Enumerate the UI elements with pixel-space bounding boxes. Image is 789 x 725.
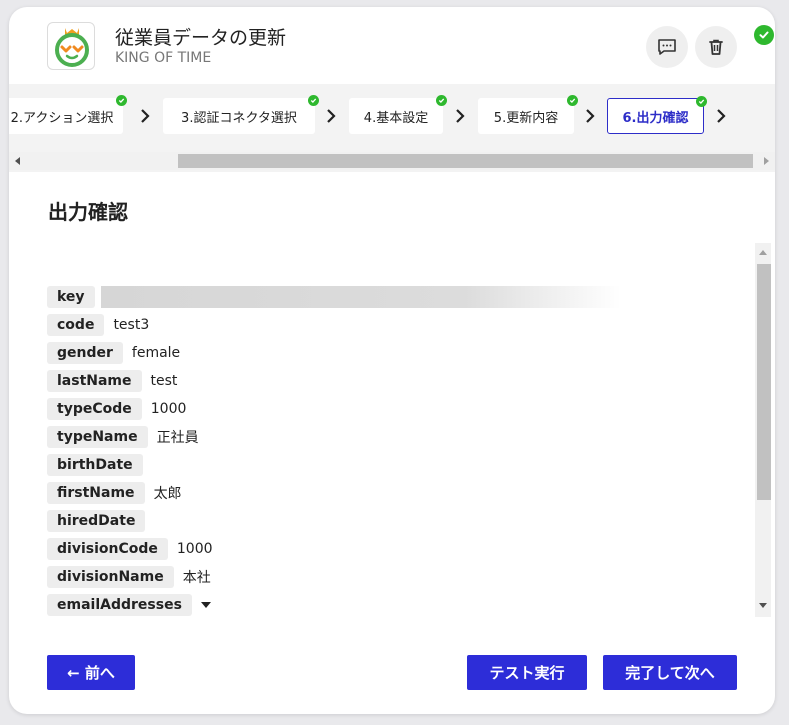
step-complete-icon [436,95,447,106]
vertical-scrollbar[interactable] [755,243,771,617]
step-auth-connector[interactable]: 3.認証コネクタ選択 [163,95,319,134]
connector-settings-card: 従業員データの更新 KING OF TIME 2.アクション選択 3.認証コネク… [9,7,775,714]
chevron-right-icon [717,109,726,123]
field-value: 正社員 [156,430,199,446]
step-label: 4.基本設定 [363,110,429,126]
field-key: typeCode [47,398,142,420]
step-output-confirm[interactable]: 6.出力確認 [607,96,707,134]
step-label: 5.更新内容 [493,110,559,126]
field-key: divisionName [47,566,174,588]
step-complete-icon [308,95,319,106]
field-value: female [131,345,181,361]
field-row-firstname: firstName 太郎 [47,482,182,504]
back-button[interactable]: ← 前へ [47,655,135,690]
step-label: 6.出力確認 [622,110,689,126]
field-row-hireddate: hiredDate [47,510,146,532]
comment-button[interactable] [646,26,688,68]
section-title: 出力確認 [48,200,128,224]
step-update-content[interactable]: 5.更新内容 [478,95,578,134]
test-run-button[interactable]: テスト実行 [467,655,587,690]
field-value: 太郎 [153,486,182,502]
trash-icon [709,39,723,55]
redacted-value [100,286,621,308]
scroll-down-icon[interactable] [758,600,768,610]
field-row-lastname: lastName test [47,370,177,392]
field-value: 本社 [182,570,211,586]
field-row-divisionname: divisionName 本社 [47,566,211,588]
comment-icon [658,39,676,55]
field-row-gender: gender female [47,342,180,364]
chevron-right-icon [327,109,336,123]
field-row-key: key [47,286,621,308]
field-row-emailaddresses[interactable]: emailAddresses [47,594,212,616]
field-value: 1000 [176,541,213,557]
chevron-right-icon [141,109,150,123]
horizontal-scrollbar[interactable] [9,152,775,170]
step-complete-icon [696,96,707,107]
field-row-typename: typeName 正社員 [47,426,199,448]
field-value: test [150,373,178,389]
check-circle-icon [754,25,774,45]
field-key: key [47,286,95,308]
field-row-birthdate: birthDate [47,454,143,476]
step-basic-settings[interactable]: 4.基本設定 [349,95,447,134]
field-row-code: code test3 [47,314,149,336]
vertical-scroll-thumb[interactable] [757,264,771,500]
step-complete-icon [567,95,578,106]
chevron-right-icon [456,109,465,123]
step-navigation: 2.アクション選択 3.認証コネクタ選択 4.基本設定 5.更新内容 6.出力確… [9,84,775,172]
horizontal-scroll-thumb[interactable] [178,154,753,168]
complete-next-button[interactable]: 完了して次へ [603,655,737,690]
step-action-select[interactable]: 2.アクション選択 [9,95,127,134]
field-key: lastName [47,370,142,392]
delete-button[interactable] [695,26,737,68]
page-title: 従業員データの更新 [115,27,287,49]
field-key: typeName [47,426,148,448]
app-name: KING OF TIME [115,50,212,66]
king-of-time-logo [47,22,95,70]
scroll-left-icon[interactable] [13,156,23,166]
field-key: emailAddresses [47,594,192,616]
field-key: hiredDate [47,510,146,532]
step-label: 2.アクション選択 [10,110,114,126]
field-row-typecode: typeCode 1000 [47,398,186,420]
field-key: firstName [47,482,145,504]
field-key: code [47,314,105,336]
field-key: birthDate [47,454,143,476]
field-key: divisionCode [47,538,168,560]
field-row-divisioncode: divisionCode 1000 [47,538,213,560]
field-key: gender [47,342,123,364]
expand-triangle-icon[interactable] [200,600,212,610]
scroll-right-icon[interactable] [761,156,771,166]
scroll-up-icon[interactable] [758,248,768,258]
field-value: test3 [113,317,150,333]
step-complete-icon [116,95,127,106]
field-value: 1000 [150,401,187,417]
chevron-right-icon [586,109,595,123]
step-label: 3.認証コネクタ選択 [181,110,297,126]
